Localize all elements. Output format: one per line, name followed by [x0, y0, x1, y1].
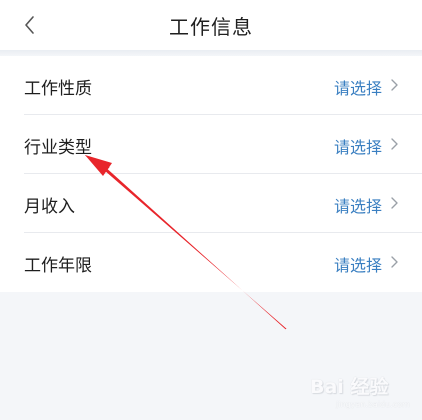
chevron-right-icon — [391, 197, 398, 209]
list-item-industry-type[interactable]: 行业类型 请选择 — [0, 115, 422, 174]
list-item-label: 工作性质 — [24, 79, 92, 99]
watermark-brand: Bai 经验 — [310, 376, 389, 398]
list-item-value: 请选择 — [333, 138, 382, 157]
page-title: 工作信息 — [169, 15, 253, 39]
work-info-list: 工作性质 请选择 行业类型 请选择 月收入 请选择 工作年限 请选择 — [0, 56, 422, 292]
list-item-value: 请选择 — [333, 197, 382, 216]
chevron-right-icon — [391, 79, 398, 91]
top-nav-bar: 工作信息 — [0, 0, 422, 50]
list-item-work-years[interactable]: 工作年限 请选择 — [0, 233, 422, 292]
list-item-label: 行业类型 — [24, 138, 92, 158]
chevron-right-icon — [391, 138, 398, 150]
list-item-value: 请选择 — [333, 256, 382, 275]
chevron-right-icon — [391, 256, 398, 268]
list-item-value: 请选择 — [333, 79, 382, 98]
watermark-logo: Bai 经验 jingyan.baidu.com — [300, 362, 410, 412]
list-item-label: 月收入 — [24, 197, 75, 217]
list-item-job-nature[interactable]: 工作性质 请选择 — [0, 56, 422, 115]
list-item-monthly-income[interactable]: 月收入 请选择 — [0, 174, 422, 233]
list-item-label: 工作年限 — [24, 256, 92, 276]
watermark-url: jingyan.baidu.com — [336, 400, 410, 409]
